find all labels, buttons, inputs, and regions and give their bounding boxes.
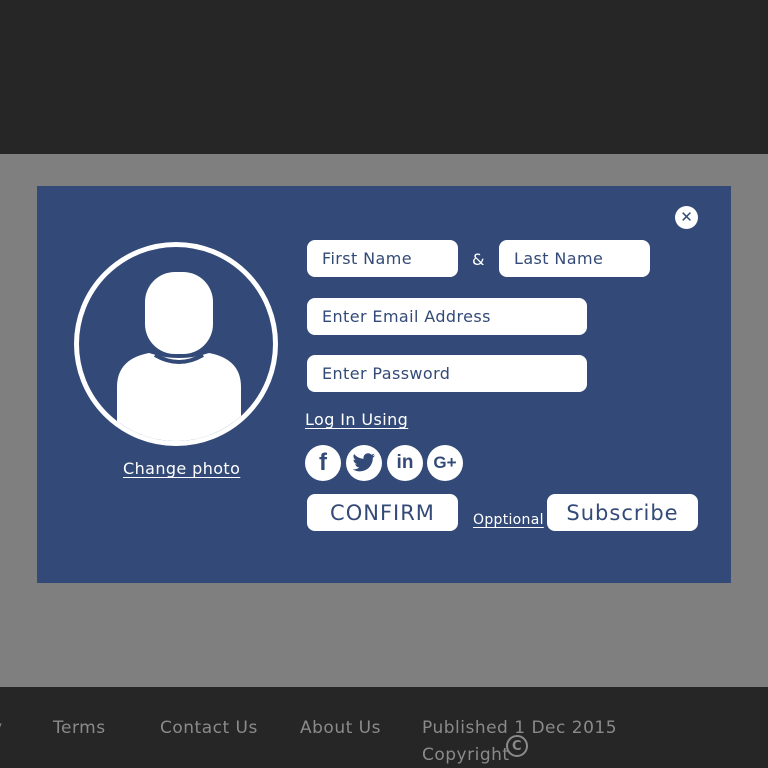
facebook-icon[interactable]: f (305, 445, 341, 481)
last-name-field[interactable] (499, 240, 650, 277)
close-icon[interactable]: ✕ (675, 206, 698, 229)
footer-link-partial[interactable]: y (0, 718, 3, 738)
ampersand-label: & (472, 250, 485, 269)
copyright-icon: C (506, 735, 528, 757)
optional-link[interactable]: Opptional (473, 512, 544, 528)
twitter-bird-icon (352, 453, 376, 472)
first-name-field[interactable] (307, 240, 458, 277)
change-photo-link[interactable]: Change photo (123, 459, 240, 478)
footer-link-contact[interactable]: Contact Us (160, 718, 258, 738)
email-field[interactable] (307, 298, 587, 335)
footer: y Terms Contact Us About Us Published 1 … (0, 687, 768, 768)
avatar[interactable] (74, 242, 278, 446)
subscribe-button[interactable]: Subscribe (547, 494, 698, 531)
password-field[interactable] (307, 355, 587, 392)
linkedin-icon[interactable]: in (387, 445, 423, 481)
footer-link-about[interactable]: About Us (300, 718, 381, 738)
log-in-using-link[interactable]: Log In Using (305, 410, 408, 429)
twitter-icon[interactable] (346, 445, 382, 481)
user-silhouette-icon (117, 272, 241, 441)
confirm-button[interactable]: CONFIRM (307, 494, 458, 531)
footer-link-terms[interactable]: Terms (53, 718, 106, 738)
google-plus-icon[interactable]: G+ (427, 445, 463, 481)
top-bar (0, 0, 768, 154)
copyright-label: Copyright (422, 745, 510, 765)
